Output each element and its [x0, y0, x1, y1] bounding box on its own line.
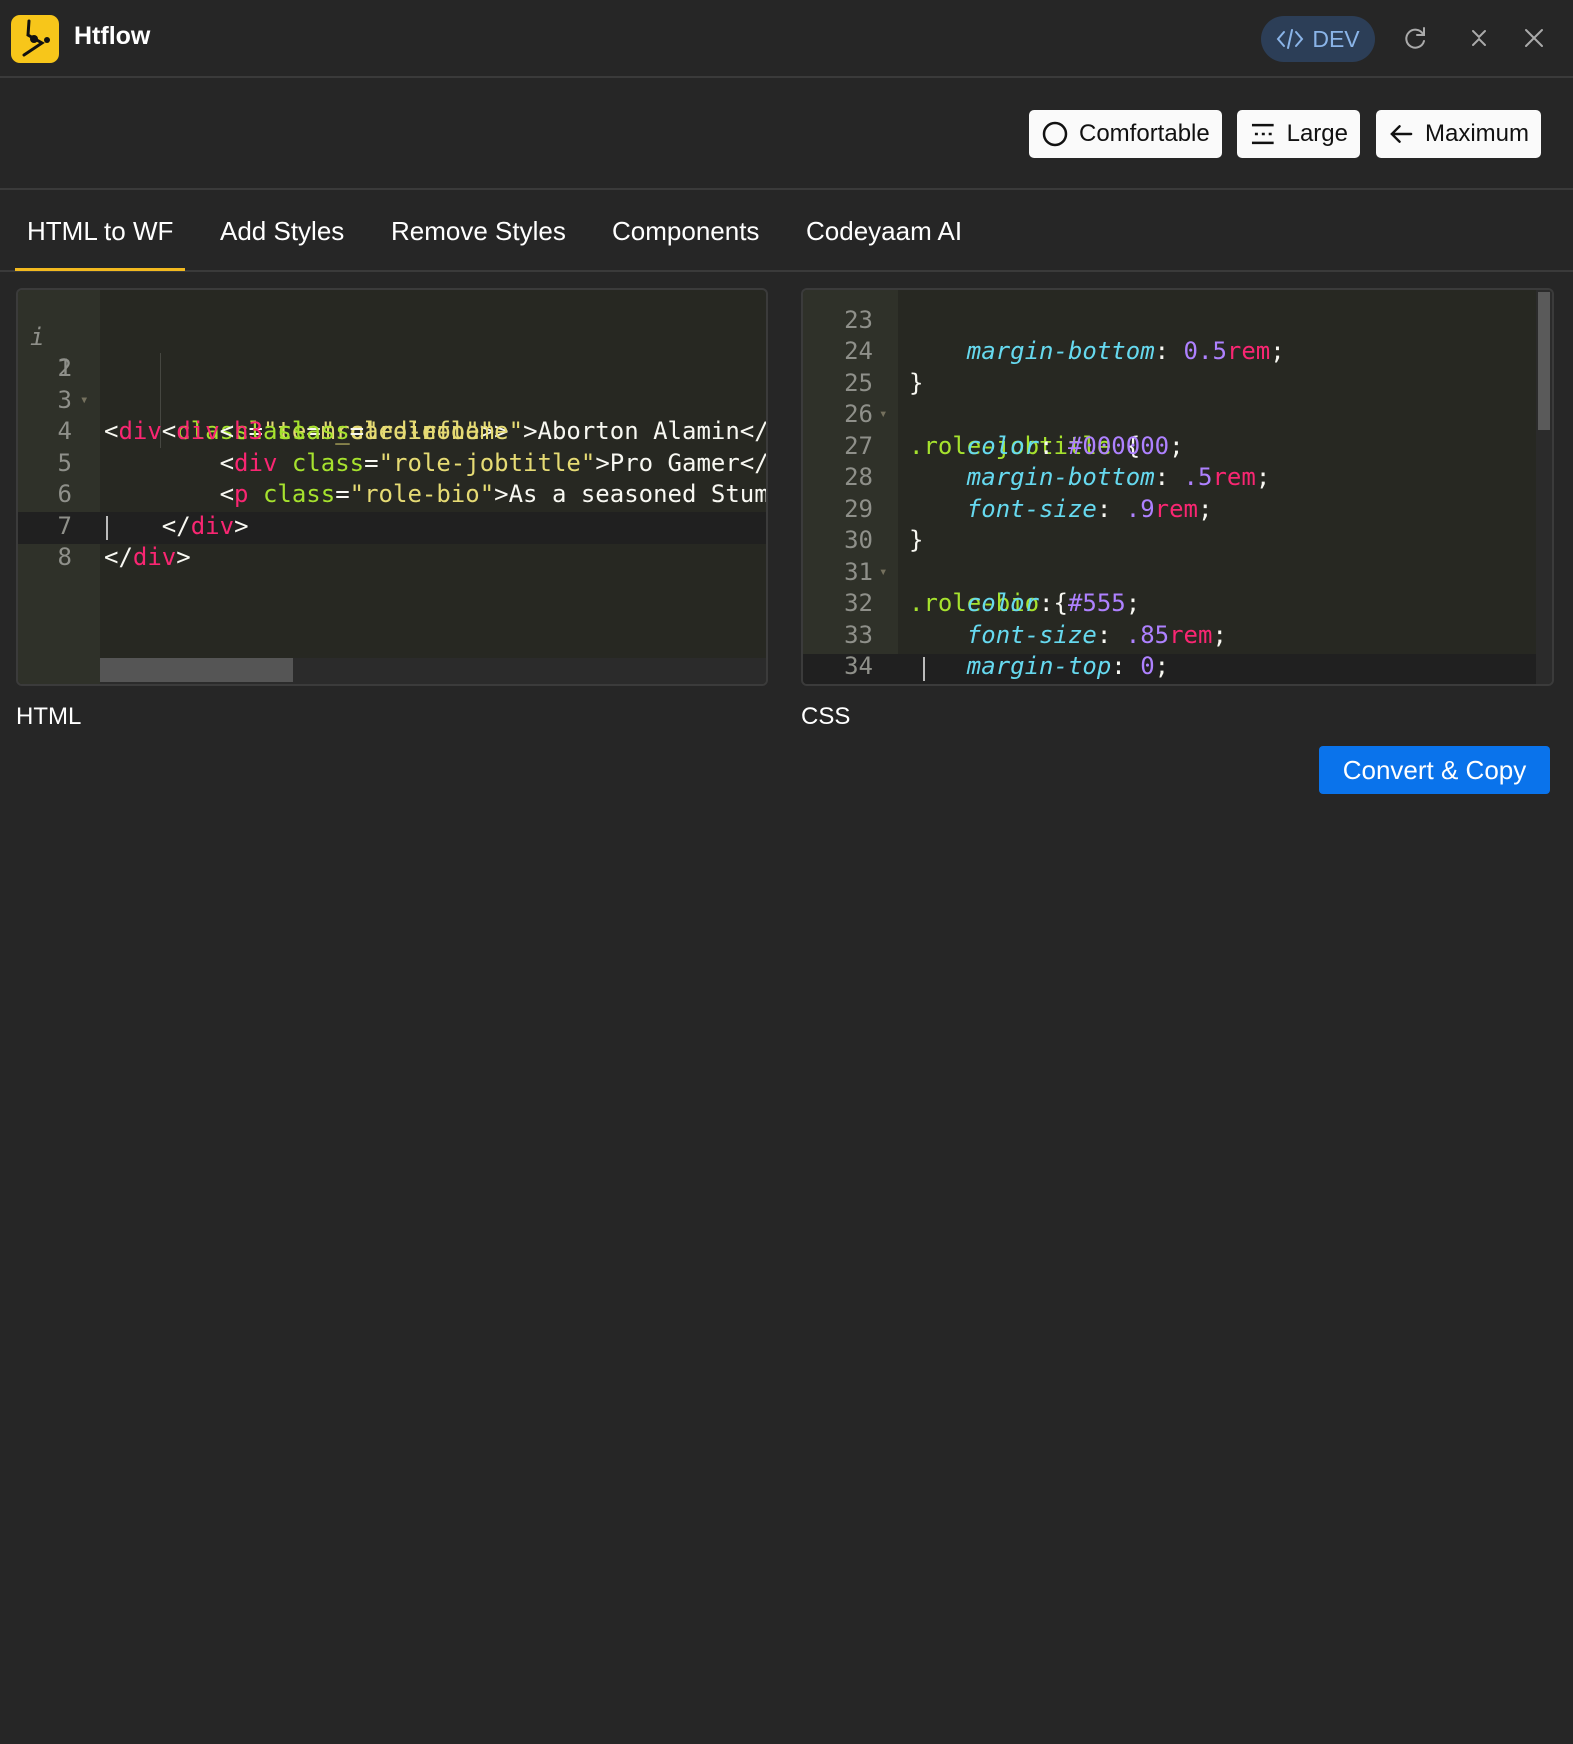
app-logo-icon	[11, 15, 59, 63]
code-line: 25 ▾ .role-jobtitle {	[803, 336, 1552, 460]
title-bar: Htflow DEV	[0, 0, 1573, 78]
code-icon	[1277, 29, 1304, 49]
line-number: 35	[833, 683, 873, 685]
vertical-scrollbar-thumb[interactable]	[1538, 292, 1550, 430]
code-line: 5 <p class="role-bio">As a seasoned Stum…	[18, 416, 766, 509]
text-cursor	[923, 657, 925, 681]
refresh-button[interactable]	[1398, 21, 1432, 55]
tab-components[interactable]: Components	[612, 216, 759, 247]
close-icon	[1525, 29, 1543, 47]
dev-mode-badge[interactable]: DEV	[1261, 16, 1375, 62]
code-line: 24 }	[803, 305, 1552, 397]
horizontal-scrollbar-thumb[interactable]	[100, 658, 293, 682]
code-line: 2 ▾ <div class="role-info">	[18, 322, 766, 445]
tab-remove-styles[interactable]: Remove Styles	[391, 216, 566, 247]
maximum-label: Maximum	[1424, 120, 1529, 147]
collapse-icon	[1472, 30, 1486, 46]
size-toolbar: Comfortable Large Maximum	[0, 78, 1573, 190]
line-number: 8	[57, 543, 72, 571]
collapse-button[interactable]	[1462, 21, 1496, 55]
large-label: Large	[1286, 120, 1348, 147]
app-title: Htflow	[74, 22, 151, 50]
code-line: i 1 ▾ <div class="team_card-role">	[30, 322, 509, 446]
tab-bar: HTML to WF Add Styles Remove Styles Comp…	[0, 190, 1573, 272]
close-button[interactable]	[1517, 21, 1551, 55]
dev-badge-label: DEV	[1312, 25, 1360, 52]
code-line: 29 }	[803, 462, 1552, 555]
code-line: 32 font-size: .85rem;	[803, 557, 1552, 649]
code-line: 23 margin-bottom: 0.5rem;	[803, 290, 1552, 366]
code-line: 26 color: #000000;	[803, 368, 1552, 460]
css-editor-label: CSS	[801, 703, 851, 730]
comfortable-button[interactable]: Comfortable	[1029, 110, 1222, 158]
code-line: 4 <div class="role-jobtitle">Pro Gamer</…	[18, 385, 766, 477]
tab-add-styles[interactable]: Add Styles	[220, 216, 344, 247]
code-line: 27 margin-bottom: .5rem;	[803, 399, 1552, 492]
code-line: 28 font-size: .9rem;	[803, 431, 1552, 523]
tab-html-to-wf[interactable]: HTML to WF	[27, 216, 173, 247]
code-line: 6 </div>	[18, 448, 766, 540]
code-line: 34 margin-bottom: 0;	[803, 620, 1552, 684]
code-line: 30 ▾ .role-bio {	[803, 494, 1552, 617]
arrow-left-icon	[1390, 125, 1413, 143]
text-cursor	[106, 516, 108, 540]
code-line: 35 }	[803, 651, 1552, 685]
html-code-editor[interactable]: i 1 ▾ <div class="team_card-role"> 2 ▾ <…	[16, 288, 768, 686]
code-line: 7 </div>	[18, 479, 766, 572]
html-editor-label: HTML	[16, 703, 82, 730]
code-line: 33 margin-top: 0;	[803, 588, 1552, 681]
refresh-icon	[1405, 27, 1425, 49]
maximum-button[interactable]: Maximum	[1376, 110, 1541, 158]
convert-copy-button[interactable]: Convert & Copy	[1319, 746, 1550, 794]
comfortable-label: Comfortable	[1079, 120, 1210, 147]
circle-icon	[1042, 121, 1068, 147]
code-line: 3 <h3 class="role-name">Aborton Alamin</…	[18, 353, 766, 446]
css-code-editor[interactable]: 23 margin-bottom: 0.5rem; 24 } 25 ▾ .rol…	[801, 288, 1554, 686]
active-tab-indicator	[15, 268, 185, 271]
density-icon	[1251, 123, 1274, 145]
code-line: 8	[18, 511, 766, 571]
tab-codeyaam-ai[interactable]: Codeyaam AI	[806, 216, 962, 247]
code-line: 31 color: #555;	[803, 525, 1552, 618]
large-button[interactable]: Large	[1237, 110, 1360, 158]
